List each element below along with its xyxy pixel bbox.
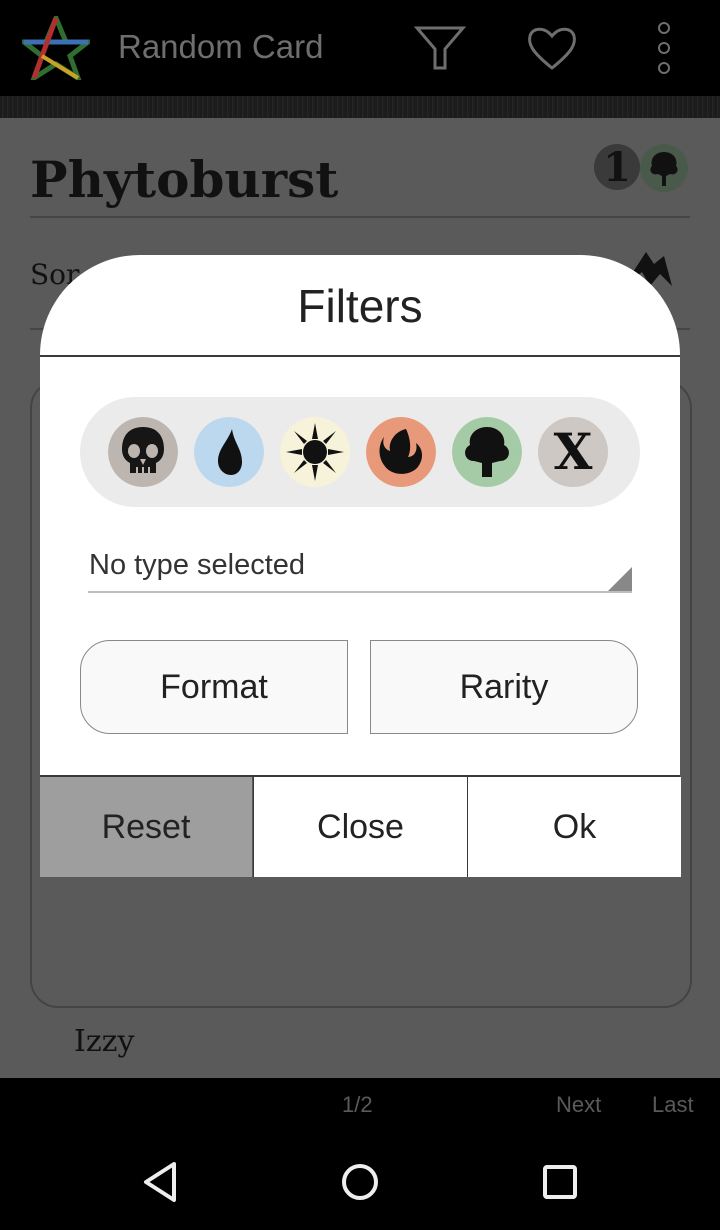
red-mana-fire-icon[interactable] xyxy=(366,417,436,487)
blue-mana-drop-icon[interactable] xyxy=(194,417,264,487)
app-logo-icon xyxy=(22,16,90,80)
type-dropdown[interactable]: No type selected xyxy=(88,545,632,593)
next-button[interactable]: Next xyxy=(556,1092,601,1118)
app-title: Random Card xyxy=(118,28,324,65)
mana-cost: 1 xyxy=(594,144,690,192)
page-indicator: 1/2 xyxy=(342,1092,373,1117)
type-dropdown-value: No type selected xyxy=(89,549,306,581)
ok-button[interactable]: Ok xyxy=(467,777,681,877)
green-mana-icon xyxy=(640,144,688,192)
system-nav-bar xyxy=(0,1132,720,1230)
overflow-menu-icon[interactable] xyxy=(638,22,690,74)
green-mana-tree-icon[interactable] xyxy=(452,417,522,487)
close-button[interactable]: Close xyxy=(253,777,467,877)
card-name: Phytoburst xyxy=(30,150,339,209)
pager-bar: 1/2 Next Last xyxy=(0,1078,720,1132)
colorless-mana-x-icon[interactable]: X xyxy=(538,417,608,487)
home-icon[interactable] xyxy=(338,1160,382,1204)
generic-mana-symbol: 1 xyxy=(594,144,640,191)
rarity-button[interactable]: Rarity xyxy=(370,640,638,734)
filters-dialog: Filters X No type selected Format Rarity… xyxy=(40,255,681,878)
card-artist: Izzy xyxy=(74,1024,135,1059)
divider xyxy=(30,216,690,218)
dialog-body: X No type selected Format Rarity xyxy=(40,357,680,777)
filter-icon[interactable] xyxy=(414,22,466,74)
color-filter-strip: X xyxy=(80,397,640,507)
app-bar: Random Card xyxy=(0,0,720,96)
last-button[interactable]: Last xyxy=(652,1092,694,1118)
header-texture xyxy=(0,96,720,118)
recents-icon[interactable] xyxy=(538,1160,582,1204)
dropdown-arrow-icon xyxy=(608,567,632,591)
format-button[interactable]: Format xyxy=(80,640,348,734)
dialog-title: Filters xyxy=(297,280,423,332)
reset-button[interactable]: Reset xyxy=(40,777,252,877)
back-icon[interactable] xyxy=(138,1160,182,1204)
black-mana-skull-icon[interactable] xyxy=(108,417,178,487)
dialog-header: Filters xyxy=(40,255,680,357)
white-mana-sun-icon[interactable] xyxy=(280,417,350,487)
heart-icon[interactable] xyxy=(526,22,578,74)
dialog-footer: Reset Close Ok xyxy=(40,777,681,877)
